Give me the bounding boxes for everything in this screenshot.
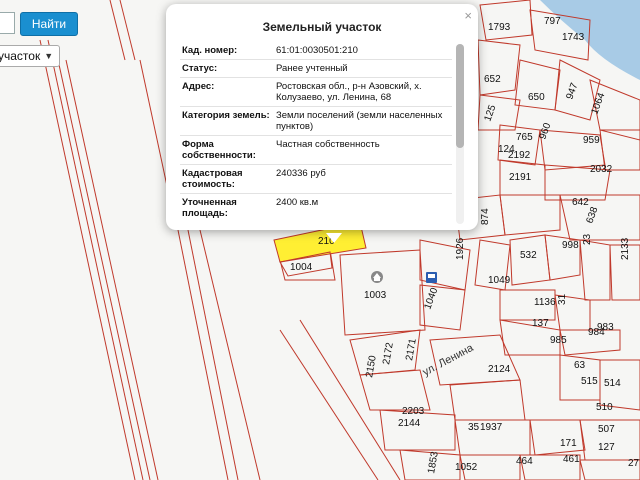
parcel-number-label: 797 <box>544 16 561 27</box>
parcel-number-label: 985 <box>550 335 567 346</box>
parcel-number-label: 31 <box>557 293 568 305</box>
water-area <box>540 0 640 80</box>
property-key: Кад. номер: <box>182 45 238 56</box>
parcel-number-label: 1793 <box>488 22 511 33</box>
parcel-number-label: 2191 <box>509 172 532 183</box>
parcel-number-label: 1004 <box>290 262 313 273</box>
property-value: 61:01:0030501:210 <box>276 45 358 56</box>
parcel-number-label: 1937 <box>480 422 503 433</box>
property-row: Уточненная площадь: 2400 кв.м <box>180 194 452 222</box>
popup-properties: Кад. номер: 61:01:0030501:210 Статус: Ранее… <box>180 42 452 222</box>
parcel-number-label: 127 <box>598 442 615 453</box>
parcel-number-label: 63 <box>574 360 586 371</box>
property-row: Кадастровая стоимость: 240336 руб <box>180 165 452 194</box>
parcel-number-label: 137 <box>532 318 549 329</box>
property-row: Адрес: Ростовская обл., р-н Азовский, х. … <box>180 78 452 107</box>
property-value: Частная собственность <box>276 139 380 150</box>
popup-title: Земельный участок <box>262 20 382 34</box>
parcel-number-label: 510 <box>596 402 613 413</box>
parcel-number-label: 638 <box>584 205 600 225</box>
parcel-number-label: 532 <box>520 250 537 261</box>
parcel-number-label: 947 <box>564 81 580 101</box>
parcel-number-label: 1853 <box>426 450 441 474</box>
parcel-number-label: 765 <box>516 132 533 143</box>
parcel-number-label: 1049 <box>488 275 511 286</box>
bus-stop-icon <box>426 272 437 283</box>
chevron-down-icon: ▼ <box>44 51 54 61</box>
property-row: Категория земель: Земли поселений (земли … <box>180 107 452 136</box>
parcel-number-label: 1052 <box>455 462 478 473</box>
parcel-number-label: 2192 <box>508 150 531 161</box>
parcel-number-label: 642 <box>572 197 589 208</box>
property-row: Форма собственности: Частная собственност… <box>180 136 452 165</box>
parcel-number-label: 2172 <box>381 341 396 365</box>
popup-scrollbar-thumb[interactable] <box>456 44 464 148</box>
parcel-number-label: 515 <box>581 376 598 387</box>
property-row: Кад. номер: 61:01:0030501:210 <box>180 42 452 60</box>
parcel-number-label: 1743 <box>562 32 585 43</box>
popup-scrollbar[interactable] <box>456 44 464 224</box>
parcel-number-label: 23 <box>582 233 593 245</box>
property-key: Уточненная площадь: <box>182 197 237 219</box>
property-key: Адрес: <box>182 81 215 92</box>
parcel-number-label: 998 <box>562 240 579 251</box>
parcel-number-label: 514 <box>604 378 621 389</box>
parcel-number-label: 1040 <box>422 286 440 311</box>
parcel-number-label: 35 <box>468 422 480 433</box>
parcel-number-label: 1003 <box>364 290 387 301</box>
parcel-number-label: 1064 <box>589 91 607 116</box>
layer-select-label: участок <box>0 49 41 63</box>
parcel-number-label: 1136 <box>534 297 556 308</box>
parcel-number-label: 507 <box>598 424 615 435</box>
parcel-number-label: 125 <box>482 103 498 123</box>
home-icon <box>371 271 383 283</box>
parcel-number-label: 2032 <box>590 164 613 175</box>
parcel-number-label: 652 <box>484 74 501 85</box>
property-value: Ростовская обл., р-н Азовский, х. Колуза… <box>276 81 422 103</box>
parcel-number-label: 1926 <box>455 237 466 260</box>
parcel-number-label: 461 <box>563 454 580 465</box>
property-key: Форма собственности: <box>182 139 256 161</box>
parcel-number-label: 650 <box>528 92 545 103</box>
parcel-number-label: 2203 <box>402 406 425 417</box>
property-key: Категория земель: <box>182 110 270 121</box>
parcel-number-label: 2150 <box>364 354 379 378</box>
parcel-number-label: 2133 <box>620 237 631 260</box>
parcel-number-label: 2144 <box>398 418 421 429</box>
parcel-number-label: 874 <box>480 208 491 225</box>
property-key: Кадастровая стоимость: <box>182 168 243 190</box>
search-button[interactable]: Найти <box>20 12 78 36</box>
close-icon[interactable]: × <box>464 8 472 23</box>
layer-select[interactable]: участок ▼ <box>0 45 60 67</box>
street-label: ул. Ленина <box>421 342 476 379</box>
parcel-number-label: 984 <box>588 327 605 338</box>
search-input[interactable] <box>0 12 15 34</box>
property-value: Земли поселений (земли населенных пункто… <box>276 110 443 132</box>
parcel-number-label: 171 <box>560 438 577 449</box>
property-value: 2400 кв.м <box>276 197 319 208</box>
property-key: Статус: <box>182 63 218 74</box>
parcel-number-label: 960 <box>537 121 553 141</box>
property-row: Статус: Ранее учтенный <box>180 60 452 78</box>
property-value: Ранее учтенный <box>276 63 348 74</box>
parcel-number-label: 464 <box>516 456 533 467</box>
parcel-info-popup: Земельный участок × Кад. номер: 61:01:003… <box>166 4 478 243</box>
parcel-number-label: 2124 <box>488 364 511 375</box>
parcel-number-label: 959 <box>583 135 600 146</box>
parcel-number-label: 277 <box>628 458 640 469</box>
property-value: 240336 руб <box>276 168 326 179</box>
popup-tail <box>326 233 342 243</box>
